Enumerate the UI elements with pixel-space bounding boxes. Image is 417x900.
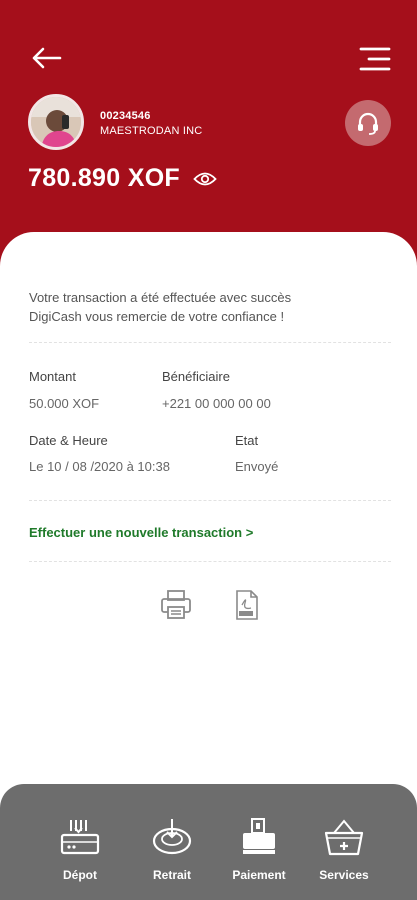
amount-label: Montant: [29, 369, 76, 384]
menu-icon: [359, 47, 391, 71]
eye-icon: [193, 172, 217, 185]
datetime-value: Le 10 / 08 /2020 à 10:38: [29, 459, 170, 474]
nav-services[interactable]: Services: [304, 816, 384, 882]
pdf-button[interactable]: [232, 588, 262, 622]
nav-paiement[interactable]: Paiement: [219, 816, 299, 882]
bottom-navigation: Dépot Retrait Paiement Services: [0, 784, 417, 900]
pdf-icon: [236, 590, 258, 620]
divider: [29, 342, 391, 343]
printer-icon: [161, 590, 191, 619]
nav-label: Services: [319, 868, 369, 882]
status-label: Etat: [235, 433, 259, 448]
divider: [29, 500, 391, 501]
confirmation-line-2: DigiCash vous remercie de votre confianc…: [29, 309, 285, 324]
account-number: 00234546: [100, 110, 151, 122]
payment-icon: [236, 816, 282, 858]
balance-amount: 780.890 XOF: [28, 164, 181, 192]
nav-label: Dépot: [63, 868, 97, 882]
account-name: MAESTRODAN INC: [100, 125, 203, 137]
arrow-left-icon: [32, 47, 62, 69]
toggle-balance-button[interactable]: [192, 170, 218, 188]
avatar-image: [31, 97, 81, 147]
beneficiary-value: +221 00 000 00 00: [162, 396, 271, 411]
confirmation-line-1: Votre transaction a été effectuée avec s…: [29, 290, 292, 305]
print-button[interactable]: [158, 588, 194, 622]
nav-depot[interactable]: Dépot: [40, 816, 120, 882]
nav-label: Retrait: [152, 868, 191, 882]
back-button[interactable]: [26, 40, 66, 76]
divider: [29, 561, 391, 562]
nav-label: Paiement: [232, 868, 286, 882]
basket-icon: [321, 816, 367, 858]
avatar[interactable]: [28, 94, 84, 150]
support-button[interactable]: [345, 100, 391, 146]
menu-button[interactable]: [355, 42, 395, 76]
amount-value: 50.000 XOF: [29, 396, 100, 411]
beneficiary-label: Bénéficiaire: [162, 369, 230, 384]
headset-icon: [358, 112, 378, 135]
status-value: Envoyé: [235, 459, 279, 474]
deposit-icon: [57, 816, 103, 858]
withdraw-icon: [149, 816, 195, 858]
nav-retrait[interactable]: Retrait: [132, 816, 212, 882]
datetime-label: Date & Heure: [29, 433, 108, 448]
new-transaction-link[interactable]: Effectuer une nouvelle transaction >: [29, 525, 253, 540]
confirmation-message: Votre transaction a été effectuée avec s…: [29, 288, 369, 326]
